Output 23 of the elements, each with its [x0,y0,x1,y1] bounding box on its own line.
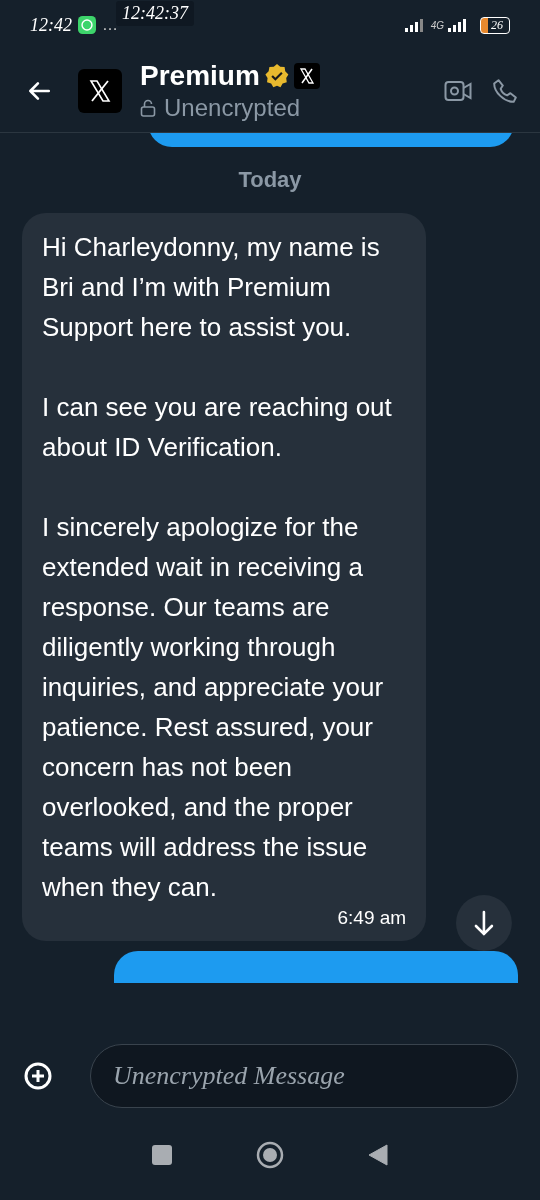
scroll-down-button[interactable] [456,895,512,951]
date-divider: Today [237,167,303,193]
message-text: I can see you are reaching out about ID Verification. [42,391,393,464]
message-input-field[interactable]: Unencrypted Message [90,1044,518,1108]
battery-level: 26 [480,16,510,34]
status-time: 12:42 [30,14,72,36]
add-icon[interactable] [24,1062,52,1090]
more-notifications: … [102,16,118,34]
message-time: 6:49 am [337,907,407,929]
chat-app-icon [78,16,96,34]
message-text: Hi Charleydonny, my name is Bri and I’m with Premium Support here to assist you. [42,231,381,344]
message-text: I sincerely apologize for the extended wait in receiving a response. Our teams are diligently working through inquiries, and appreciate your patience. Rest assured, your concern has not been overlooked, and the proper teams will address the issue when they can. [42,511,385,904]
x-logo-icon [293,63,320,89]
lock-icon [140,99,156,117]
network-type: 4G [430,19,444,31]
back-icon[interactable] [368,1144,388,1166]
phone-icon[interactable] [492,78,518,104]
x-logo-avatar[interactable] [78,69,122,113]
video-call-icon[interactable] [444,79,472,103]
chat-title: Premium [140,60,260,92]
clock-overlay: 12:42:37 [116,0,194,26]
home-icon[interactable] [256,1141,284,1169]
encryption-status: Unencrypted [164,94,301,122]
